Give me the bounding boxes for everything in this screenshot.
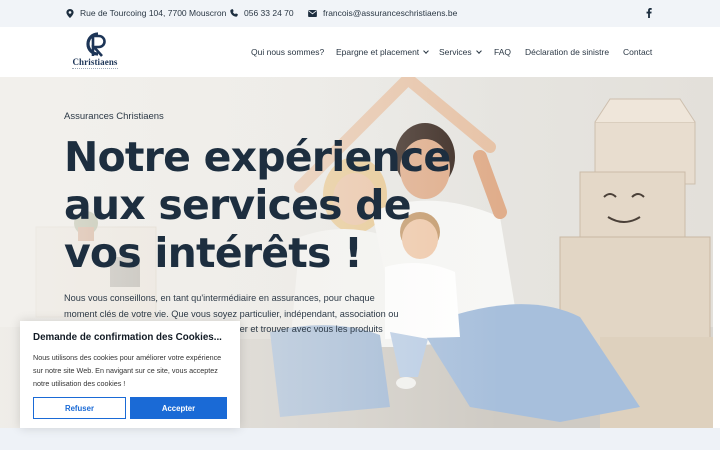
next-section-band xyxy=(0,428,720,450)
nav-label[interactable]: Services xyxy=(439,47,472,57)
hero-title-line: Notre expérience xyxy=(64,133,451,181)
envelope-icon xyxy=(308,9,317,17)
phone-item[interactable]: 056 33 24 70 xyxy=(230,8,294,18)
site-header: Christiaens Qui nous sommes? Epargne et … xyxy=(0,27,720,77)
email-link[interactable]: francois@assuranceschristiaens.be xyxy=(323,8,457,18)
logo-text: Christiaens xyxy=(72,57,118,67)
chevron-down-icon xyxy=(423,47,430,54)
phone-link[interactable]: 056 33 24 70 xyxy=(244,8,294,18)
page-edge xyxy=(713,77,720,428)
phone-icon xyxy=(230,9,238,17)
chevron-down-icon xyxy=(475,47,482,54)
cookie-message: Nous utilisons des cookies pour améliore… xyxy=(33,353,222,388)
nav-label[interactable]: FAQ xyxy=(494,47,511,57)
nav-label[interactable]: Déclaration de sinistre xyxy=(525,47,609,57)
hero-title: Notre expérience aux services de vos int… xyxy=(64,133,451,277)
nav-item-contact[interactable]: Contact xyxy=(623,47,652,57)
map-marker-icon xyxy=(66,8,74,18)
logo-tagline-decoration xyxy=(72,68,118,70)
email-item[interactable]: francois@assuranceschristiaens.be xyxy=(308,8,457,18)
nav-item-epargne[interactable]: Epargne et placement xyxy=(336,47,430,57)
nav-label[interactable]: Qui nous sommes? xyxy=(251,47,324,57)
cookie-consent-dialog: Demande de confirmation des Cookies... N… xyxy=(20,321,240,428)
hero-title-line: vos intérêts ! xyxy=(64,229,363,277)
address-text: Rue de Tourcoing 104, 7700 Mouscron xyxy=(80,8,227,18)
nav-label[interactable]: Contact xyxy=(623,47,652,57)
refuse-cookies-button[interactable]: Refuser xyxy=(33,397,126,419)
address-item: Rue de Tourcoing 104, 7700 Mouscron xyxy=(66,8,226,18)
nav-item-declaration-sinistre[interactable]: Déclaration de sinistre xyxy=(525,47,609,57)
facebook-icon[interactable] xyxy=(646,8,652,18)
hero-eyebrow: Assurances Christiaens xyxy=(64,111,164,122)
facebook-link[interactable] xyxy=(646,8,652,18)
logo[interactable]: Christiaens xyxy=(68,31,122,73)
accept-cookies-button[interactable]: Accepter xyxy=(130,397,227,419)
top-bar: Rue de Tourcoing 104, 7700 Mouscron 056 … xyxy=(0,0,720,27)
cookie-title: Demande de confirmation des Cookies... xyxy=(33,332,222,343)
nav-item-faq[interactable]: FAQ xyxy=(494,47,511,57)
nav-item-qui-nous-sommes[interactable]: Qui nous sommes? xyxy=(251,47,324,57)
nav-item-services[interactable]: Services xyxy=(439,47,482,57)
logo-monogram-icon xyxy=(86,32,106,57)
hero-title-line: aux services de xyxy=(64,181,412,229)
nav-label[interactable]: Epargne et placement xyxy=(336,47,419,57)
